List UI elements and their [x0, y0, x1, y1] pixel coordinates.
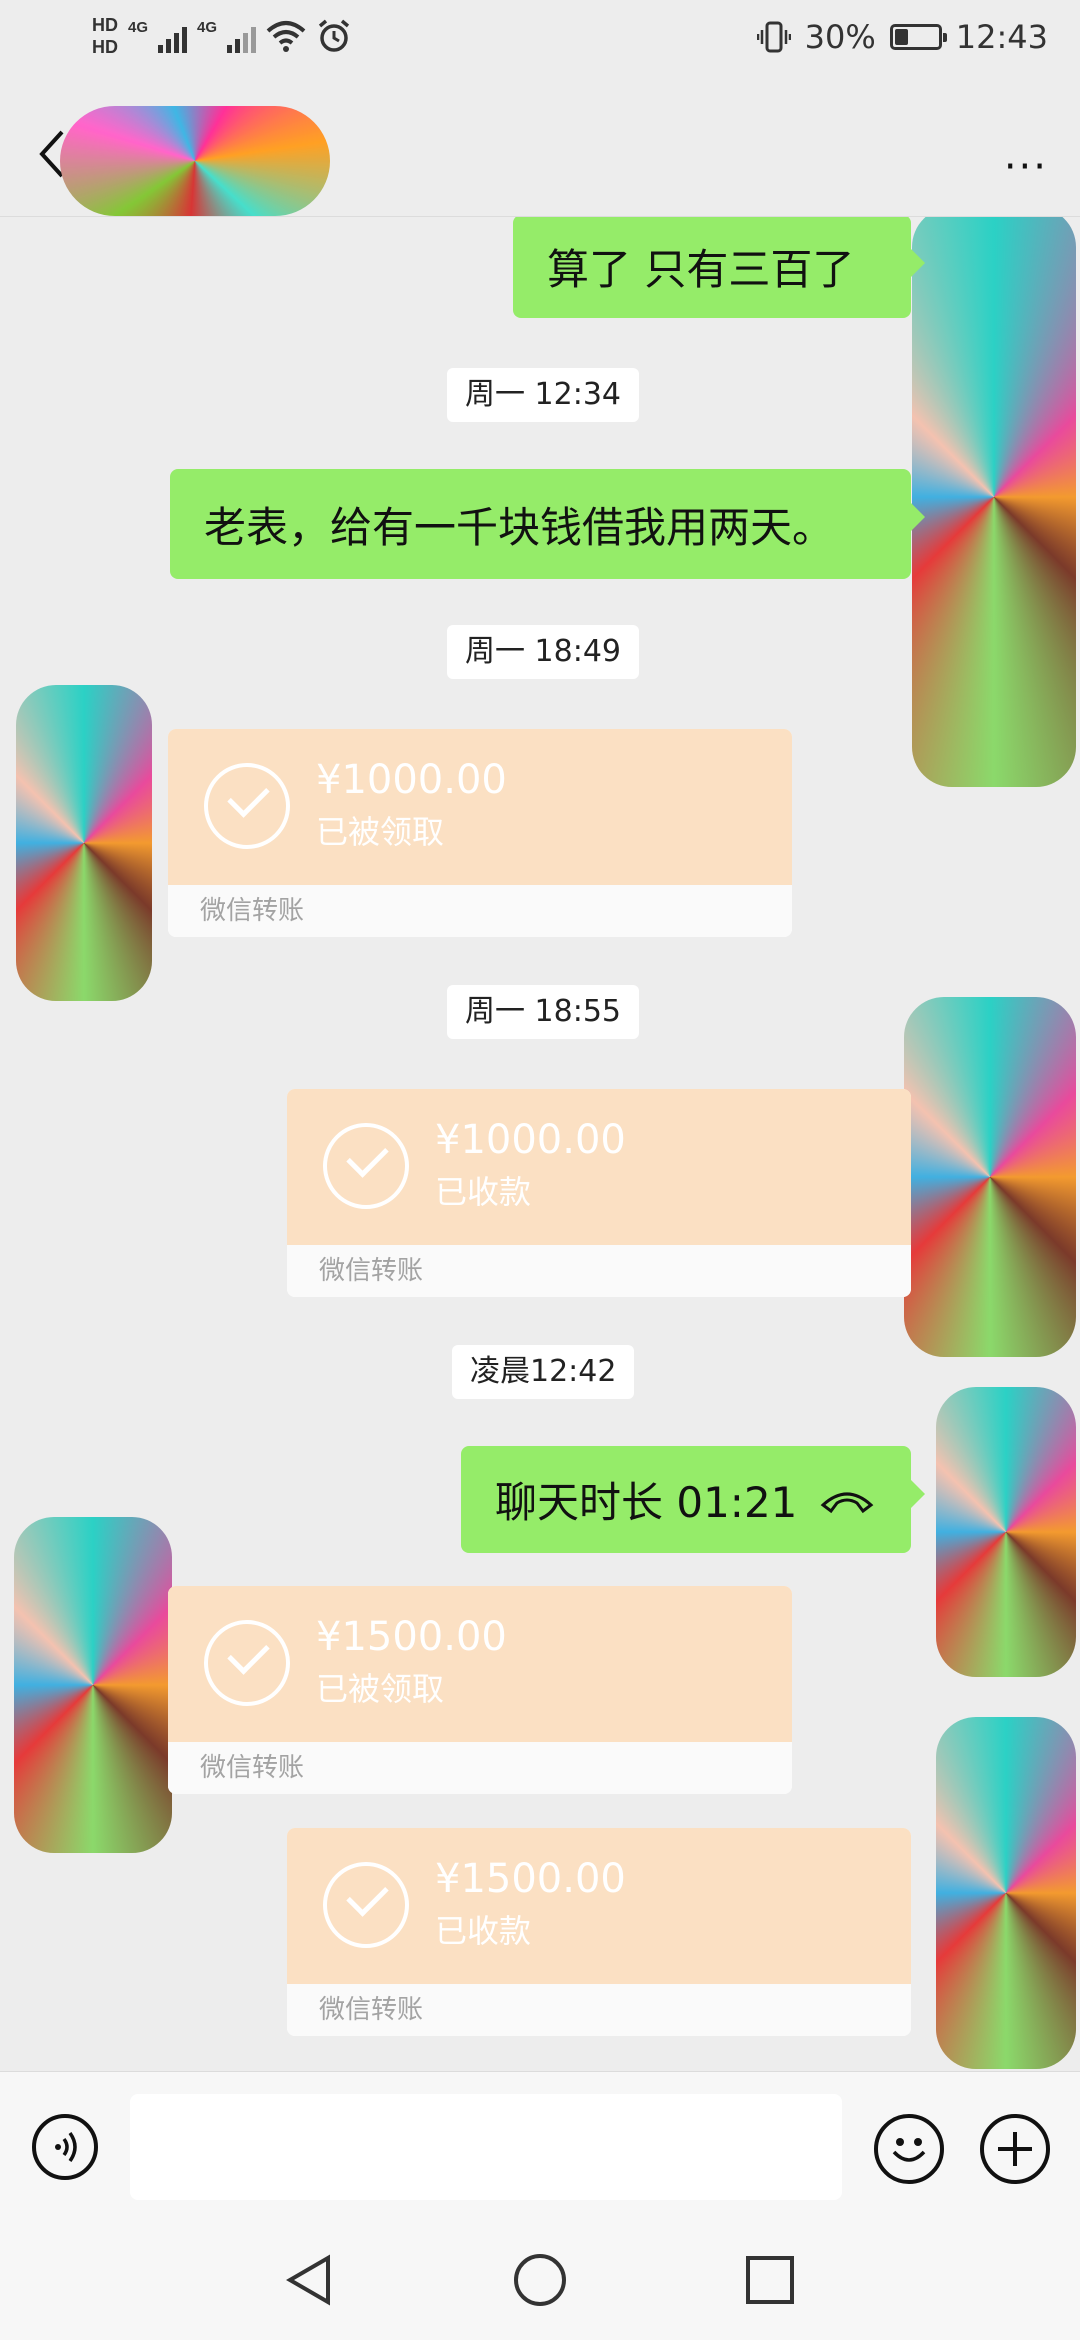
check-icon — [323, 1862, 409, 1948]
call-duration-bubble[interactable]: 聊天时长 01:21 — [461, 1446, 925, 1553]
hd1-label: HD — [92, 15, 118, 35]
plus-icon[interactable] — [980, 2114, 1050, 2184]
avatar-contact[interactable] — [16, 685, 152, 1001]
avatar-self[interactable] — [912, 217, 1076, 787]
avatar-contact[interactable] — [14, 1517, 172, 1853]
wifi-icon — [266, 21, 306, 52]
emoji-icon[interactable] — [874, 2114, 944, 2184]
transfer-amount: ¥1500.00 — [316, 1614, 507, 1660]
check-icon — [204, 763, 290, 849]
vibrate-icon — [756, 21, 791, 53]
status-bar: HD HD 4G 4G 30% 12:43 — [0, 0, 1080, 84]
check-icon — [204, 1620, 290, 1706]
transfer-card-sent[interactable]: ¥1000.00 已收款 微信转账 — [287, 1089, 911, 1297]
transfer-status: 已被领取 — [316, 1670, 445, 1708]
hd2-label: HD — [92, 37, 118, 57]
status-left: HD HD 4G 4G — [92, 14, 352, 58]
chat-area[interactable]: 算了 只有三百了 周一 12:34 老表，给有一千块钱借我用两天。 周一 18:… — [0, 217, 1080, 2071]
transfer-status: 已收款 — [435, 1173, 532, 1211]
circle-home-icon[interactable] — [512, 2252, 568, 2308]
square-recent-icon[interactable] — [742, 2252, 798, 2308]
timestamp: 周一 18:55 — [447, 985, 639, 1039]
timestamp: 周一 18:49 — [447, 625, 639, 679]
message-text: 聊天时长 01:21 — [495, 1478, 798, 1527]
alarm-icon — [318, 19, 350, 52]
transfer-amount: ¥1000.00 — [316, 757, 507, 803]
transfer-status: 已被领取 — [316, 813, 445, 851]
avatar-self[interactable] — [936, 1387, 1076, 1677]
signal-icon-2: 4G — [197, 19, 256, 53]
avatar-self[interactable] — [904, 997, 1076, 1357]
transfer-label: 微信转账 — [168, 885, 792, 937]
timestamp: 凌晨12:42 — [452, 1345, 635, 1399]
avatar-self[interactable] — [936, 1717, 1076, 2069]
message-bubble-sent[interactable]: 老表，给有一千块钱借我用两天。 — [170, 469, 925, 579]
message-bubble-sent[interactable]: 算了 只有三百了 — [513, 217, 925, 318]
more-dots-icon[interactable]: ··· — [1004, 144, 1048, 190]
transfer-card-sent[interactable]: ¥1500.00 已收款 微信转账 — [287, 1828, 911, 2036]
signal-icon-1: 4G — [128, 19, 187, 53]
input-bar — [0, 2071, 1080, 2222]
contact-name-redacted — [60, 106, 330, 216]
timestamp: 周一 12:34 — [447, 368, 639, 422]
battery-icon — [889, 24, 947, 50]
system-nav-bar — [0, 2222, 1080, 2340]
phone-hangup-icon — [821, 1492, 874, 1513]
chat-header: ··· — [0, 84, 1080, 217]
message-input[interactable] — [130, 2094, 842, 2200]
transfer-card-received[interactable]: ¥1500.00 已被领取 微信转账 — [168, 1586, 792, 1794]
check-icon — [323, 1123, 409, 1209]
message-text: 算了 只有三百了 — [547, 245, 855, 294]
status-time: 12:43 — [955, 18, 1048, 56]
message-text: 老表，给有一千块钱借我用两天。 — [204, 502, 835, 552]
triangle-back-icon[interactable] — [282, 2252, 338, 2308]
status-right: 30% 12:43 — [756, 18, 1048, 56]
transfer-label: 微信转账 — [287, 1984, 911, 2036]
transfer-status: 已收款 — [435, 1912, 532, 1950]
transfer-amount: ¥1000.00 — [435, 1117, 626, 1163]
voice-icon[interactable] — [32, 2114, 98, 2180]
transfer-label: 微信转账 — [168, 1742, 792, 1794]
battery-percent: 30% — [804, 18, 876, 56]
transfer-amount: ¥1500.00 — [435, 1856, 626, 1902]
transfer-card-received[interactable]: ¥1000.00 已被领取 微信转账 — [168, 729, 792, 937]
transfer-label: 微信转账 — [287, 1245, 911, 1297]
